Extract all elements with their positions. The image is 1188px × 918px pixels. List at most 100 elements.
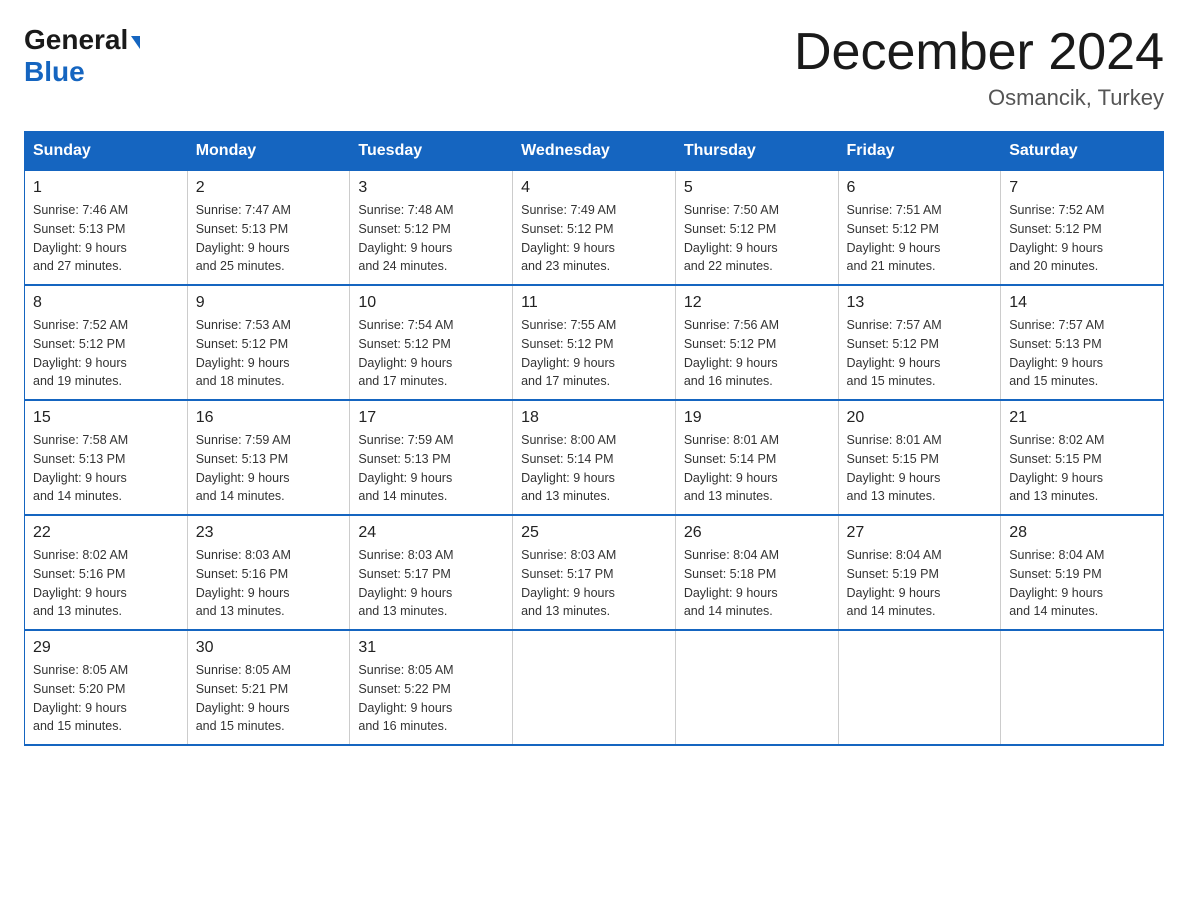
day-number: 26 [684,524,830,542]
day-number: 7 [1009,179,1155,197]
day-cell: 2 Sunrise: 7:47 AM Sunset: 5:13 PM Dayli… [187,171,350,286]
day-info: Sunrise: 8:05 AM Sunset: 5:21 PM Dayligh… [196,661,342,736]
day-info: Sunrise: 7:59 AM Sunset: 5:13 PM Dayligh… [196,431,342,506]
day-info: Sunrise: 8:05 AM Sunset: 5:22 PM Dayligh… [358,661,504,736]
day-cell [1001,630,1164,745]
day-number: 27 [847,524,993,542]
day-cell: 16 Sunrise: 7:59 AM Sunset: 5:13 PM Dayl… [187,400,350,515]
day-number: 11 [521,294,667,312]
day-info: Sunrise: 8:02 AM Sunset: 5:15 PM Dayligh… [1009,431,1155,506]
logo: General Blue [24,24,140,88]
day-cell: 28 Sunrise: 8:04 AM Sunset: 5:19 PM Dayl… [1001,515,1164,630]
day-cell: 10 Sunrise: 7:54 AM Sunset: 5:12 PM Dayl… [350,285,513,400]
day-info: Sunrise: 7:52 AM Sunset: 5:12 PM Dayligh… [1009,201,1155,276]
day-info: Sunrise: 7:53 AM Sunset: 5:12 PM Dayligh… [196,316,342,391]
day-cell: 4 Sunrise: 7:49 AM Sunset: 5:12 PM Dayli… [513,171,676,286]
day-cell: 9 Sunrise: 7:53 AM Sunset: 5:12 PM Dayli… [187,285,350,400]
col-header-monday: Monday [187,132,350,171]
day-info: Sunrise: 8:01 AM Sunset: 5:15 PM Dayligh… [847,431,993,506]
col-header-saturday: Saturday [1001,132,1164,171]
day-number: 15 [33,409,179,427]
day-info: Sunrise: 7:51 AM Sunset: 5:12 PM Dayligh… [847,201,993,276]
day-number: 5 [684,179,830,197]
day-cell: 14 Sunrise: 7:57 AM Sunset: 5:13 PM Dayl… [1001,285,1164,400]
day-info: Sunrise: 8:05 AM Sunset: 5:20 PM Dayligh… [33,661,179,736]
day-info: Sunrise: 8:03 AM Sunset: 5:17 PM Dayligh… [521,546,667,621]
day-info: Sunrise: 7:47 AM Sunset: 5:13 PM Dayligh… [196,201,342,276]
day-cell: 12 Sunrise: 7:56 AM Sunset: 5:12 PM Dayl… [675,285,838,400]
day-cell [838,630,1001,745]
day-number: 29 [33,639,179,657]
day-info: Sunrise: 8:03 AM Sunset: 5:16 PM Dayligh… [196,546,342,621]
day-number: 14 [1009,294,1155,312]
day-cell: 27 Sunrise: 8:04 AM Sunset: 5:19 PM Dayl… [838,515,1001,630]
week-row-5: 29 Sunrise: 8:05 AM Sunset: 5:20 PM Dayl… [25,630,1164,745]
day-cell: 6 Sunrise: 7:51 AM Sunset: 5:12 PM Dayli… [838,171,1001,286]
day-cell: 13 Sunrise: 7:57 AM Sunset: 5:12 PM Dayl… [838,285,1001,400]
page-header: General Blue December 2024 Osmancik, Tur… [24,24,1164,111]
week-row-4: 22 Sunrise: 8:02 AM Sunset: 5:16 PM Dayl… [25,515,1164,630]
day-number: 16 [196,409,342,427]
day-number: 3 [358,179,504,197]
col-header-friday: Friday [838,132,1001,171]
day-info: Sunrise: 7:49 AM Sunset: 5:12 PM Dayligh… [521,201,667,276]
week-row-3: 15 Sunrise: 7:58 AM Sunset: 5:13 PM Dayl… [25,400,1164,515]
day-info: Sunrise: 7:55 AM Sunset: 5:12 PM Dayligh… [521,316,667,391]
day-info: Sunrise: 8:04 AM Sunset: 5:19 PM Dayligh… [1009,546,1155,621]
day-number: 24 [358,524,504,542]
day-number: 1 [33,179,179,197]
day-cell: 8 Sunrise: 7:52 AM Sunset: 5:12 PM Dayli… [25,285,188,400]
logo-triangle-icon [131,36,140,49]
day-number: 9 [196,294,342,312]
title-block: December 2024 Osmancik, Turkey [794,24,1164,111]
day-info: Sunrise: 7:54 AM Sunset: 5:12 PM Dayligh… [358,316,504,391]
day-cell: 23 Sunrise: 8:03 AM Sunset: 5:16 PM Dayl… [187,515,350,630]
day-info: Sunrise: 7:46 AM Sunset: 5:13 PM Dayligh… [33,201,179,276]
day-info: Sunrise: 7:48 AM Sunset: 5:12 PM Dayligh… [358,201,504,276]
day-cell: 22 Sunrise: 8:02 AM Sunset: 5:16 PM Dayl… [25,515,188,630]
day-number: 28 [1009,524,1155,542]
day-cell: 18 Sunrise: 8:00 AM Sunset: 5:14 PM Dayl… [513,400,676,515]
day-info: Sunrise: 7:52 AM Sunset: 5:12 PM Dayligh… [33,316,179,391]
day-info: Sunrise: 8:02 AM Sunset: 5:16 PM Dayligh… [33,546,179,621]
col-header-thursday: Thursday [675,132,838,171]
week-row-2: 8 Sunrise: 7:52 AM Sunset: 5:12 PM Dayli… [25,285,1164,400]
day-cell: 7 Sunrise: 7:52 AM Sunset: 5:12 PM Dayli… [1001,171,1164,286]
day-info: Sunrise: 8:01 AM Sunset: 5:14 PM Dayligh… [684,431,830,506]
col-header-tuesday: Tuesday [350,132,513,171]
day-info: Sunrise: 7:57 AM Sunset: 5:12 PM Dayligh… [847,316,993,391]
day-number: 17 [358,409,504,427]
day-info: Sunrise: 7:57 AM Sunset: 5:13 PM Dayligh… [1009,316,1155,391]
day-info: Sunrise: 7:56 AM Sunset: 5:12 PM Dayligh… [684,316,830,391]
day-cell: 25 Sunrise: 8:03 AM Sunset: 5:17 PM Dayl… [513,515,676,630]
day-cell: 5 Sunrise: 7:50 AM Sunset: 5:12 PM Dayli… [675,171,838,286]
day-cell: 17 Sunrise: 7:59 AM Sunset: 5:13 PM Dayl… [350,400,513,515]
day-info: Sunrise: 8:00 AM Sunset: 5:14 PM Dayligh… [521,431,667,506]
location: Osmancik, Turkey [794,85,1164,111]
day-number: 6 [847,179,993,197]
calendar-table: SundayMondayTuesdayWednesdayThursdayFrid… [24,131,1164,746]
col-header-wednesday: Wednesday [513,132,676,171]
day-cell: 29 Sunrise: 8:05 AM Sunset: 5:20 PM Dayl… [25,630,188,745]
day-cell [675,630,838,745]
day-cell: 11 Sunrise: 7:55 AM Sunset: 5:12 PM Dayl… [513,285,676,400]
day-cell: 20 Sunrise: 8:01 AM Sunset: 5:15 PM Dayl… [838,400,1001,515]
day-number: 30 [196,639,342,657]
day-cell: 19 Sunrise: 8:01 AM Sunset: 5:14 PM Dayl… [675,400,838,515]
day-number: 20 [847,409,993,427]
day-cell: 26 Sunrise: 8:04 AM Sunset: 5:18 PM Dayl… [675,515,838,630]
day-cell [513,630,676,745]
day-number: 22 [33,524,179,542]
col-header-sunday: Sunday [25,132,188,171]
day-cell: 31 Sunrise: 8:05 AM Sunset: 5:22 PM Dayl… [350,630,513,745]
day-cell: 1 Sunrise: 7:46 AM Sunset: 5:13 PM Dayli… [25,171,188,286]
day-number: 18 [521,409,667,427]
day-number: 2 [196,179,342,197]
week-row-1: 1 Sunrise: 7:46 AM Sunset: 5:13 PM Dayli… [25,171,1164,286]
day-number: 21 [1009,409,1155,427]
logo-blue-text: Blue [24,56,85,87]
day-number: 4 [521,179,667,197]
day-number: 23 [196,524,342,542]
day-number: 31 [358,639,504,657]
day-number: 10 [358,294,504,312]
